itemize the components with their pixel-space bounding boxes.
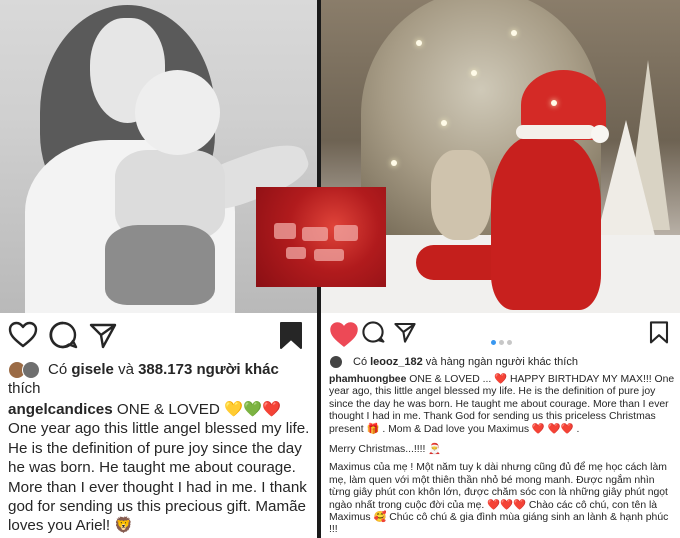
caption-text: One year ago this little angel blessed m… xyxy=(8,420,310,535)
heart-outline-icon[interactable] xyxy=(8,320,38,350)
heart-filled-icon[interactable] xyxy=(329,320,359,350)
photo-detail xyxy=(135,70,220,155)
post-caption: phamhuongbee ONE & LOVED ... ❤️ HAPPY BI… xyxy=(329,374,677,537)
avatar xyxy=(22,361,40,380)
post-caption: angelcandices ONE & LOVED 💛💚❤️ One year … xyxy=(8,400,313,536)
caption-title: ONE & LOVED xyxy=(116,401,220,418)
carousel-dot xyxy=(499,340,504,345)
liker-avatars[interactable] xyxy=(8,361,44,380)
photo-detail xyxy=(302,227,328,241)
likes-summary: Có gisele và 388.173 người khác thích xyxy=(8,360,313,398)
likes-connector: và xyxy=(118,361,134,378)
caption-text: Merry Christmas...!!!! 🎅 xyxy=(329,444,442,456)
photo-detail xyxy=(511,30,517,36)
likes-prefix: Có xyxy=(353,356,368,368)
carousel-indicator[interactable] xyxy=(491,332,515,350)
photo-detail xyxy=(334,225,358,241)
carousel-dot xyxy=(507,340,512,345)
caption-username[interactable]: phamhuongbee xyxy=(329,374,406,385)
photo-detail xyxy=(441,120,447,126)
photo-detail xyxy=(431,150,491,240)
likes-suffix: thích xyxy=(8,380,41,398)
likes-rest: và hàng ngàn người khác thích xyxy=(425,356,578,368)
carousel-dot xyxy=(491,340,496,345)
caption-username[interactable]: angelcandices xyxy=(8,401,113,418)
photo-detail xyxy=(551,100,557,106)
liker-username[interactable]: gisele xyxy=(71,361,114,378)
photo-detail xyxy=(391,160,397,166)
caption-text: Maximus của mẹ ! Một năm tuy k dài nhưng… xyxy=(329,462,669,536)
liker-avatars[interactable] xyxy=(329,355,349,370)
likes-count[interactable]: 388.173 người khác xyxy=(138,361,279,378)
caption-emoji: 💛💚❤️ xyxy=(224,401,281,418)
bookmark-filled-icon[interactable] xyxy=(276,320,306,350)
share-icon[interactable] xyxy=(393,320,417,344)
avatar xyxy=(329,355,343,370)
left-post-actions xyxy=(8,320,309,354)
comment-icon[interactable] xyxy=(48,320,78,350)
likes-summary: Có leooz_182 và hàng ngàn người khác thí… xyxy=(329,355,679,370)
photo-detail xyxy=(591,125,609,143)
photo-detail xyxy=(105,225,215,305)
photo-detail xyxy=(516,125,596,139)
right-post-actions xyxy=(329,320,672,354)
photo-detail xyxy=(491,135,601,310)
photo-detail xyxy=(314,249,344,261)
liker-username[interactable]: leooz_182 xyxy=(370,356,423,368)
bookmark-outline-icon[interactable] xyxy=(647,320,671,344)
photo-detail xyxy=(274,223,296,239)
share-icon[interactable] xyxy=(88,320,118,350)
photo-detail xyxy=(416,40,422,46)
likes-prefix: Có xyxy=(48,361,68,378)
photo-detail xyxy=(286,247,306,259)
comment-icon[interactable] xyxy=(361,320,385,344)
photo-detail xyxy=(471,70,477,76)
blurred-overlay-image xyxy=(256,187,386,287)
